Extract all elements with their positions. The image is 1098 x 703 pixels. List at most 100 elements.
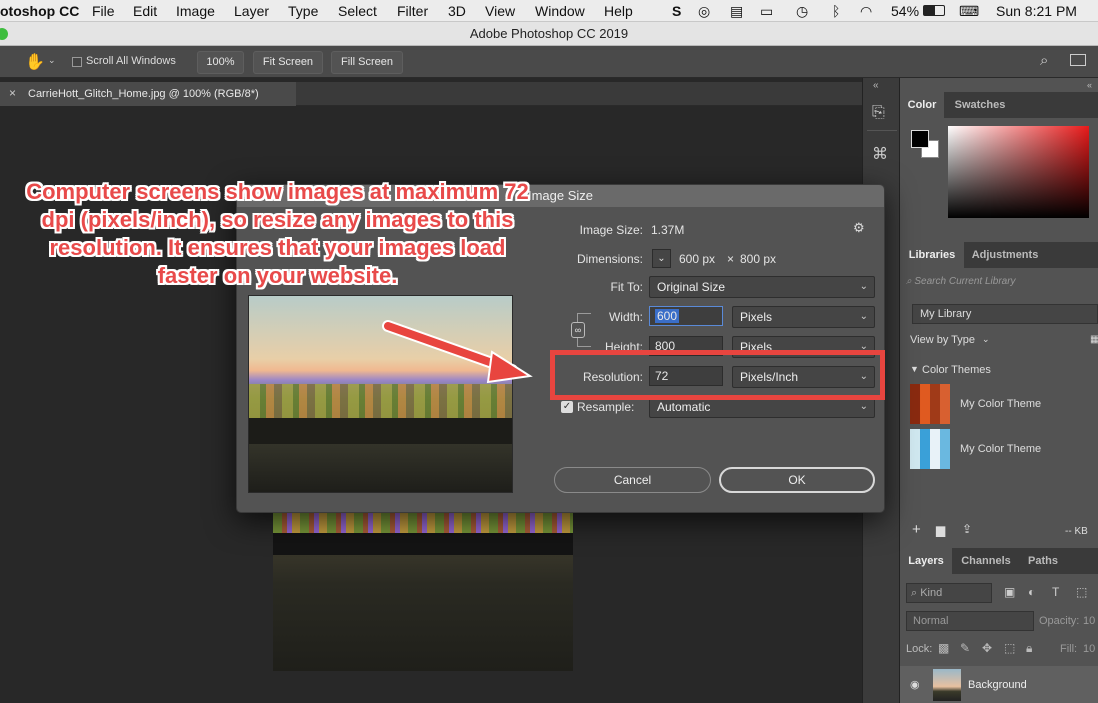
status-s-icon[interactable]: S — [672, 3, 681, 19]
document-image[interactable] — [273, 513, 573, 671]
battery-icon[interactable] — [923, 5, 945, 16]
fill-screen-button[interactable]: Fill Screen — [331, 51, 403, 74]
add-element-icon[interactable]: + — [912, 521, 921, 538]
color-themes-heading: Color Themes — [922, 364, 991, 376]
color-theme-thumbnail[interactable] — [910, 384, 950, 424]
color-theme-name[interactable]: My Color Theme — [960, 443, 1041, 455]
resample-checkbox[interactable]: ✓ — [561, 401, 573, 413]
layer-row-background[interactable]: ◉ Background — [900, 666, 1098, 703]
zoom-100-button[interactable]: 100% — [197, 51, 244, 74]
panel-collapse-icon[interactable]: « — [900, 80, 1098, 90]
dimensions-unit-chevron-icon[interactable]: ⌄ — [652, 249, 671, 268]
tab-swatches[interactable]: Swatches — [946, 92, 1014, 118]
cancel-button[interactable]: Cancel — [554, 467, 711, 493]
fill-value[interactable]: 10 — [1083, 643, 1095, 655]
fit-screen-button[interactable]: Fit Screen — [253, 51, 323, 74]
time-machine-icon[interactable]: ◷ — [796, 3, 808, 20]
color-panel-tabs: Color Swatches — [900, 92, 1098, 118]
width-unit-select[interactable]: Pixels ⌄ — [732, 306, 875, 328]
collapse-panels-icon[interactable]: « — [873, 80, 879, 91]
resample-label: Resample: — [577, 400, 635, 414]
menu-help[interactable]: Help — [604, 3, 633, 19]
history-icon[interactable]: ⎘ — [872, 104, 885, 122]
lock-pixels-icon[interactable]: ▩ — [938, 641, 949, 655]
layer-name[interactable]: Background — [968, 679, 1027, 691]
fill-label: Fill: — [1060, 643, 1078, 655]
width-input[interactable]: 600 — [649, 306, 723, 326]
tab-paths[interactable]: Paths — [1018, 548, 1068, 574]
airplay-icon[interactable]: ▭ — [760, 3, 773, 20]
menu-image[interactable]: Image — [176, 3, 215, 19]
library-icon[interactable]: ▤ — [730, 3, 743, 20]
library-search[interactable]: ⌕ Search Current Library — [906, 276, 1098, 294]
opacity-label: Opacity: — [1039, 615, 1080, 627]
folder-icon[interactable]: ▆ — [936, 523, 945, 537]
tab-color[interactable]: Color — [900, 92, 944, 118]
lock-artboard-icon[interactable]: ⬚ — [1004, 641, 1015, 655]
fit-to-select[interactable]: Original Size ⌄ — [649, 276, 875, 298]
menu-filter[interactable]: Filter — [397, 3, 428, 19]
input-menu-icon[interactable]: ⌨ — [959, 3, 979, 20]
filter-adjustment-icon[interactable]: ◐ — [1028, 585, 1035, 599]
close-tab-icon[interactable]: × — [9, 86, 16, 100]
library-select[interactable]: My Library — [912, 304, 1098, 324]
menu-type[interactable]: Type — [288, 3, 318, 19]
layer-kind-filter[interactable]: ⌕ Kind — [906, 583, 992, 603]
tab-channels[interactable]: Channels — [954, 548, 1018, 574]
strip-divider — [867, 130, 897, 131]
wifi-icon[interactable]: ◠ — [860, 3, 872, 20]
expand-triangle-icon[interactable]: ▼ — [910, 364, 919, 374]
filter-type-icon[interactable]: T — [1052, 585, 1059, 599]
hand-tool-icon[interactable]: ✋ — [25, 52, 45, 72]
width-unit-value: Pixels — [740, 310, 773, 324]
constrain-link-icon[interactable]: ∞ — [571, 322, 585, 338]
window-title: Adobe Photoshop CC 2019 — [469, 26, 629, 41]
chevron-down-icon: ⌄ — [859, 281, 868, 292]
ok-button[interactable]: OK — [719, 467, 875, 493]
properties-icon[interactable]: ⌘ — [872, 144, 888, 164]
menu-layer[interactable]: Layer — [234, 3, 269, 19]
window-title-bar: Adobe Photoshop CC 2019 — [0, 22, 1098, 46]
tab-adjustments[interactable]: Adjustments — [964, 242, 1046, 268]
color-field[interactable] — [948, 126, 1089, 218]
tab-libraries[interactable]: Libraries — [900, 242, 964, 268]
annotation-arrow — [382, 320, 533, 384]
menu-view[interactable]: View — [485, 3, 515, 19]
tab-layers[interactable]: Layers — [900, 548, 952, 574]
chevron-down-icon: ⌄ — [859, 311, 868, 322]
menu-window[interactable]: Window — [535, 3, 585, 19]
scroll-all-checkbox[interactable] — [72, 57, 82, 67]
filter-shape-icon[interactable]: ⬚ — [1076, 585, 1087, 599]
upload-icon[interactable]: ⇪ — [962, 522, 972, 536]
scroll-all-label: Scroll All Windows — [86, 55, 176, 67]
lock-position-icon[interactable]: ✥ — [982, 641, 992, 655]
color-theme-name[interactable]: My Color Theme — [960, 398, 1041, 410]
bluetooth-icon[interactable]: ᛒ — [832, 3, 840, 19]
creative-cloud-icon[interactable]: ◎ — [698, 3, 710, 20]
tool-preset-chevron-icon[interactable]: ⌄ — [48, 55, 56, 66]
visibility-eye-icon[interactable]: ◉ — [910, 678, 920, 691]
workspace-icon[interactable] — [1070, 54, 1086, 66]
menu-3d[interactable]: 3D — [448, 3, 466, 19]
foreground-color-swatch[interactable] — [911, 130, 929, 148]
menu-file[interactable]: File — [92, 3, 115, 19]
resolution-highlight-box — [550, 350, 885, 400]
view-by-type[interactable]: View by Type — [910, 334, 975, 346]
grid-view-icon[interactable]: ▦ — [1090, 334, 1098, 345]
library-size: -- KB — [1065, 526, 1088, 537]
lock-all-icon[interactable]: 🔒︎ — [1026, 641, 1032, 656]
menu-edit[interactable]: Edit — [133, 3, 157, 19]
app-menu[interactable]: otoshop CC — [0, 3, 79, 19]
view-by-chevron-icon: ⌄ — [982, 334, 990, 344]
opacity-value[interactable]: 10 — [1083, 615, 1095, 627]
filter-pixel-icon[interactable]: ▣ — [1004, 585, 1015, 599]
search-icon[interactable]: ⌕ — [1040, 52, 1048, 69]
lock-brush-icon[interactable]: ✎ — [960, 641, 970, 655]
document-tab[interactable]: × CarrieHott_Glitch_Home.jpg @ 100% (RGB… — [0, 82, 296, 106]
settings-gear-icon[interactable]: ⚙ — [853, 220, 865, 236]
menu-select[interactable]: Select — [338, 3, 377, 19]
clock[interactable]: Sun 8:21 PM — [996, 3, 1077, 19]
blend-mode-select[interactable]: Normal — [906, 611, 1034, 631]
dimension-width: 600 px — [679, 252, 716, 266]
color-theme-thumbnail[interactable] — [910, 429, 950, 469]
